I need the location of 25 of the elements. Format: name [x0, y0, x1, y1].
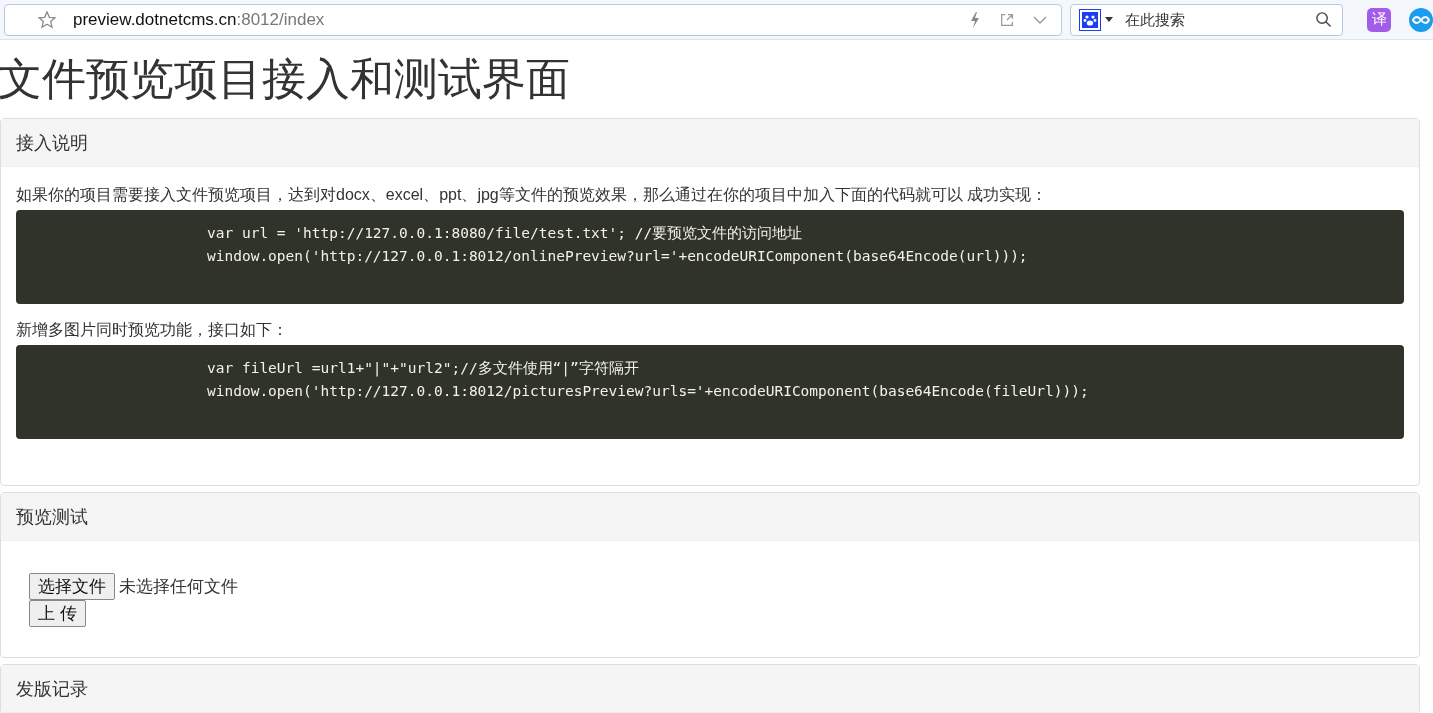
- share-icon[interactable]: [999, 11, 1016, 28]
- search-icon[interactable]: [1315, 11, 1333, 28]
- search-field[interactable]: 在此搜索: [1070, 3, 1344, 36]
- infinity-icon[interactable]: [1409, 7, 1433, 32]
- url-path: :8012/index: [236, 9, 325, 30]
- choose-file-button[interactable]: 选择文件: [29, 573, 115, 600]
- address-bar[interactable]: preview.dotnetcms.cn:8012/index: [4, 3, 1063, 36]
- panel-heading: 发版记录: [1, 665, 1419, 713]
- caret-icon[interactable]: [1105, 17, 1114, 22]
- lightning-icon[interactable]: [969, 10, 982, 29]
- description-text: 新增多图片同时预览功能，接口如下：: [16, 320, 289, 340]
- code-line: var fileUrl =url1+"|"+"url2";//多文件使用“|”字符隔开: [207, 359, 640, 379]
- code-line: window.open('http://127.0.0.1:8012/onlinePreview?url='+encodeURIComponent(base64Encode(url)));: [207, 247, 1029, 266]
- upload-button[interactable]: 上 传: [29, 600, 87, 627]
- description-text: 如果你的项目需要接入文件预览项目，达到对docx、excel、ppt、jpg等文件的预览效果，那么通过在你的项目中加入下面的代码就可以 成功实现：: [16, 185, 1049, 205]
- panel-heading: 预览测试: [1, 493, 1419, 541]
- translate-extension[interactable]: 译: [1367, 7, 1391, 32]
- paw-icon[interactable]: [1079, 8, 1102, 31]
- code-line: window.open('http://127.0.0.1:8012/picturesPreview?urls='+encodeURIComponent(base64Encode(fileUrl)));: [207, 382, 1090, 401]
- chevron-down-icon[interactable]: [1033, 14, 1048, 25]
- file-status-text: 未选择任何文件: [119, 575, 238, 598]
- panel-heading: 接入说明: [1, 119, 1419, 167]
- url-host: preview.dotnetcms.cn: [73, 9, 237, 30]
- code-line: var url = 'http://127.0.0.1:8080/file/test.txt'; //要预览文件的访问地址: [207, 224, 804, 243]
- star-icon[interactable]: [37, 9, 57, 30]
